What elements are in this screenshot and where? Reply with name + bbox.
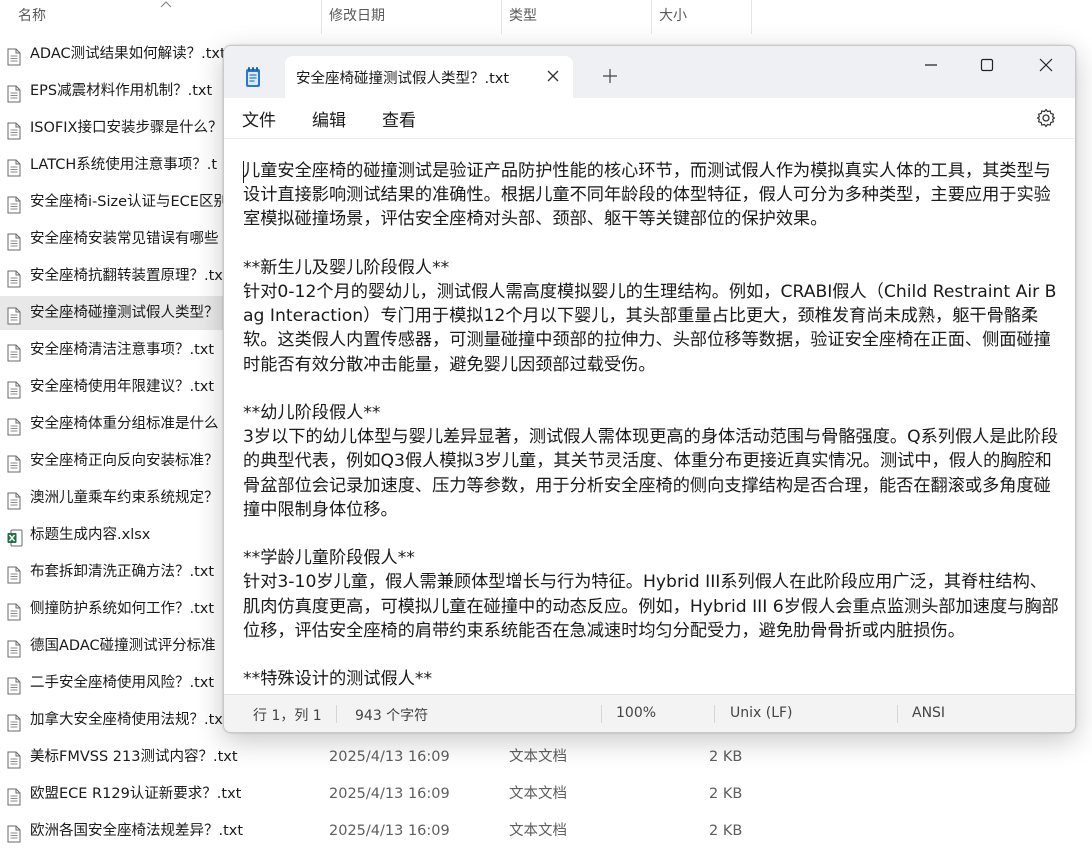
text-file-icon [7,415,21,436]
file-type: 文本文档 [509,749,567,765]
text-file-icon [7,637,21,658]
column-divider[interactable] [751,0,752,34]
text-editor[interactable]: 儿童安全座椅的碰撞测试是验证产品防护性能的核心环节，而测试假人作为模拟真实人体的… [224,139,1075,693]
file-name: 美标FMVSS 213测试内容？.txt [30,749,238,765]
menu-edit[interactable]: 编辑 [312,106,346,131]
text-file-icon [7,193,21,214]
file-name: 安全座椅正向反向安装标准？ [30,453,219,469]
notepad-app-icon [242,66,264,88]
maximize-icon [980,58,994,72]
text-file-icon [7,600,21,621]
text-file-icon [7,674,21,695]
file-row[interactable]: 欧盟ECE R129认证新要求？.txt 2025/4/13 16:09 文本文档 2… [0,777,1092,811]
text-file-icon [7,267,21,288]
text-file-icon [7,341,21,362]
file-row[interactable]: 美标FMVSS 213测试内容？.txt 2025/4/13 16:09 文本文档 2… [0,740,1092,774]
column-header-type[interactable]: 类型 [501,0,651,34]
file-name: 欧盟ECE R129认证新要求？.txt [30,786,242,802]
text-file-icon [7,119,21,140]
menu-file[interactable]: 文件 [242,106,276,131]
column-header-size[interactable]: 大小 [651,0,751,34]
tab-title: 安全座椅碰撞测试假人类型？.txt [296,71,510,87]
file-size: 2 KB [709,786,743,802]
status-divider [897,705,898,723]
close-window-button[interactable] [1017,46,1075,86]
notepad-window: 安全座椅碰撞测试假人类型？.txt 文件 编辑 查看 儿童安全座椅的碰撞测试是验… [223,45,1076,733]
excel-file-icon [7,526,23,547]
text-file-icon [7,82,21,103]
text-file-icon [7,45,21,66]
text-file-icon [7,748,21,769]
text-caret [243,161,244,183]
file-size: 2 KB [709,749,743,765]
menu-bar: 文件 编辑 查看 [224,98,1075,139]
file-name: 欧洲各国安全座椅法规差异？.txt [30,823,244,839]
text-file-icon [7,489,21,510]
file-name: 二手安全座椅使用风险？.txt [30,675,215,691]
tab-document[interactable]: 安全座椅碰撞测试假人类型？.txt [285,56,573,98]
status-zoom[interactable]: 100% [616,705,656,721]
column-header-bar: 名称 修改日期 类型 大小 [0,0,1092,34]
menu-view[interactable]: 查看 [382,106,416,131]
minimize-icon [925,64,937,66]
editor-content[interactable]: 儿童安全座椅的碰撞测试是验证产品防护性能的核心环节，而测试假人作为模拟真实人体的… [243,159,1059,691]
file-name: 标题生成内容.xlsx [30,527,151,543]
maximize-button[interactable] [958,46,1016,86]
file-name: 安全座椅清洁注意事项？.txt [30,342,215,358]
text-file-icon [7,230,21,251]
status-divider [336,705,337,723]
file-row[interactable]: 欧洲各国安全座椅法规差异？.txt 2025/4/13 16:09 文本文档 2 KB [0,814,1092,848]
file-name: 安全座椅碰撞测试假人类型？ [30,305,219,321]
file-name: LATCH系统使用注意事项？.t [30,157,218,173]
file-type: 文本文档 [509,823,567,839]
status-char-count: 943 个字符 [355,708,429,724]
settings-gear-icon[interactable] [1036,108,1056,128]
status-divider [601,705,602,723]
file-type: 文本文档 [509,786,567,802]
status-line-ending[interactable]: Unix (LF) [730,705,793,721]
text-file-icon [7,452,21,473]
file-size: 2 KB [709,823,743,839]
text-file-icon [7,822,21,843]
text-file-icon [7,711,21,732]
column-header-date[interactable]: 修改日期 [321,0,501,34]
file-name: 澳洲儿童乘车约束系统规定？ [30,490,219,506]
status-bar: 行 1，列 1 943 个字符 100% Unix (LF) ANSI [224,694,1075,732]
file-name: EPS减震材料作用机制？.txt [30,83,213,99]
file-name: 安全座椅i-Size认证与ECE区别 [30,194,228,210]
file-name: 安全座椅体重分组标准是什么 [30,416,219,432]
file-name: ADAC测试结果如何解读？.txt [30,46,226,62]
minimize-button[interactable] [902,46,960,86]
status-cursor-position: 行 1，列 1 [253,708,322,724]
new-tab-plus-icon[interactable] [602,68,618,84]
close-icon [1039,58,1053,72]
file-name: 加拿大安全座椅使用法规？.tx [30,712,223,728]
status-encoding[interactable]: ANSI [912,705,945,721]
file-name: 安全座椅抗翻转装置原理？.tx [30,268,223,284]
tab-close-icon[interactable] [545,68,561,84]
text-file-icon [7,378,21,399]
file-name: 安全座椅使用年限建议？.txt [30,379,215,395]
file-name: 德国ADAC碰撞测试评分标准 [30,638,216,654]
file-name: 安全座椅安装常见错误有哪些 [30,231,219,247]
file-date: 2025/4/13 16:09 [329,749,450,765]
file-row[interactable]: 安全座椅碰撞测试假人类型？ [0,296,232,330]
file-name: ISOFIX接口安装步骤是什么？ [30,120,223,136]
status-divider [714,705,715,723]
title-bar[interactable]: 安全座椅碰撞测试假人类型？.txt [224,46,1075,98]
file-date: 2025/4/13 16:09 [329,786,450,802]
text-file-icon [7,785,21,806]
text-file-icon [7,156,21,177]
text-file-icon [7,304,21,325]
file-date: 2025/4/13 16:09 [329,823,450,839]
file-name: 侧撞防护系统如何工作？.txt [30,601,215,617]
text-file-icon [7,563,21,584]
file-name: 布套拆卸清洗正确方法？.txt [30,564,215,580]
sort-ascending-icon [160,0,172,10]
